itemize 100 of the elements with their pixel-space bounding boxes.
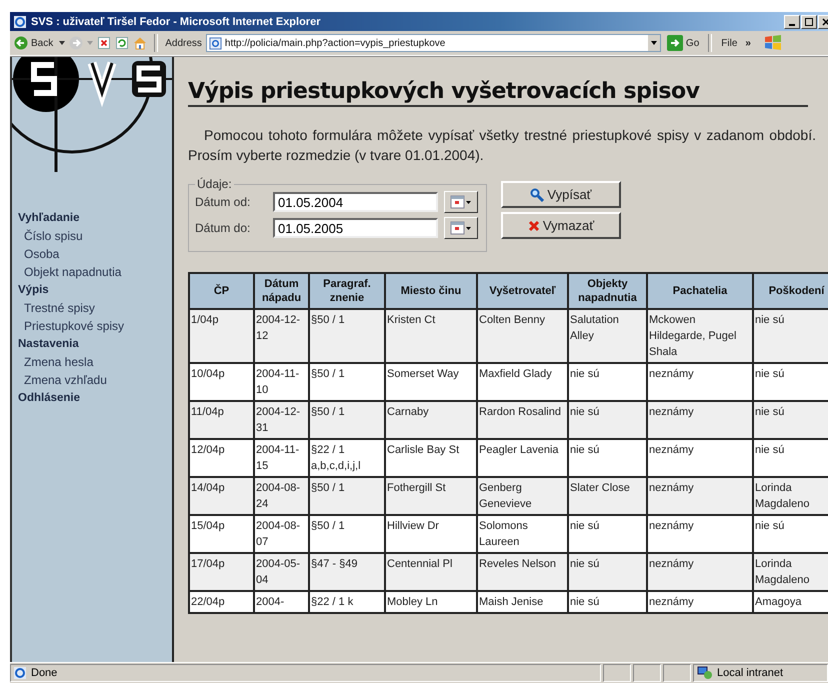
table-cell: neznámy (647, 591, 753, 613)
table-cell: §47 - §49 (309, 553, 385, 591)
table-cell: nie sú (568, 439, 647, 477)
table-cell: §50 / 1 (309, 309, 385, 363)
window-title: SVS : uživateľ Tiršel Fedor - Microsoft Internet Explorer (31, 16, 322, 28)
back-button[interactable]: Back (12, 36, 56, 50)
maximize-button[interactable] (801, 14, 817, 28)
file-menu[interactable]: File (719, 38, 740, 48)
clear-button[interactable]: Vymazať (501, 212, 621, 239)
more-button[interactable]: » (743, 38, 753, 48)
column-header: Pachatelia (647, 273, 753, 309)
calendar-button[interactable] (444, 191, 478, 213)
table-cell: 2004-12-31 (254, 401, 309, 439)
table-cell: Mckowen Hildegarde, Pugel Shala (647, 309, 753, 363)
menu-item[interactable]: Zmena hesla (18, 353, 172, 371)
table-cell: Salutation Alley (568, 309, 647, 363)
column-header: Dátum nápadu (254, 273, 309, 309)
menu-heading[interactable]: Výpis (18, 281, 172, 299)
table-cell: neznámy (647, 401, 753, 439)
menu-item[interactable]: Objekt napadnutia (18, 263, 172, 281)
menu-heading[interactable]: Vyhľadanie (18, 209, 172, 227)
table-cell: Lorinda Magdaleno (753, 553, 828, 591)
minimize-button[interactable] (784, 14, 800, 28)
column-header: Poškodení (753, 273, 828, 309)
calendar-icon (450, 194, 472, 210)
table-cell: Centennial Pl (385, 553, 477, 591)
table-cell: 2004-08-24 (254, 477, 309, 515)
menu-item[interactable]: Priestupkové spisy (18, 317, 172, 335)
menu-item[interactable]: Zmena vzhľadu (18, 371, 172, 389)
stop-icon[interactable] (97, 36, 112, 50)
calendar-button[interactable] (444, 217, 478, 239)
status-text: Done (10, 664, 601, 682)
refresh-icon[interactable] (115, 36, 130, 50)
back-arrow-icon (14, 36, 28, 50)
table-cell: Maish Jenise (477, 591, 568, 613)
close-icon (822, 18, 828, 26)
table-cell: Reveles Nelson (477, 553, 568, 591)
table-cell: Maxfield Glady (477, 363, 568, 401)
table-cell: neznámy (647, 553, 753, 591)
close-icon (528, 220, 540, 232)
table-cell: Slater Close (568, 477, 647, 515)
date-field[interactable]: 01.05.2004 (273, 192, 438, 212)
dropdown-arrow-icon[interactable] (59, 41, 66, 45)
column-header: Paragraf. znenie (309, 273, 385, 309)
table-cell: §50 / 1 (309, 477, 385, 515)
date-field[interactable]: 01.05.2005 (273, 218, 438, 238)
table-cell: Rardon Rosalind (477, 401, 568, 439)
table-cell: 2004-11-15 (254, 439, 309, 477)
go-button[interactable]: Go (664, 35, 702, 51)
table-cell: 2004-12-12 (254, 309, 309, 363)
security-zone: Local intranet (693, 664, 828, 682)
table-cell: 10/04p (189, 363, 254, 401)
minimize-icon (789, 24, 795, 26)
table-cell: 1/04p (189, 309, 254, 363)
table-cell: 14/04p (189, 477, 254, 515)
menu-item[interactable]: Trestné spisy (18, 299, 172, 317)
status-pane (663, 664, 691, 682)
table-cell: neznámy (647, 363, 753, 401)
table-cell: §22 / 1 a,b,c,d,i,j,l (309, 439, 385, 477)
intro-text: Pomocou tohoto formulára môžete vypísať všetky trestné priestupkové spisy v zadanom období. Prosím vyberte rozmedzie (v tvare 01.01.2004). (188, 126, 816, 165)
table-cell: Carnaby (385, 401, 477, 439)
table-cell: Solomons Laureen (477, 515, 568, 553)
table-cell: Hillview Dr (385, 515, 477, 553)
menu-heading[interactable]: Nastavenia (18, 335, 172, 353)
table-cell: Colten Benny (477, 309, 568, 363)
column-header: ČP (189, 273, 254, 309)
search-button[interactable]: Vypísať (501, 181, 621, 208)
address-field[interactable]: http://policia/main.php?action=vypis_priestupkove (206, 34, 661, 52)
table-cell: neznámy (647, 515, 753, 553)
menu-item[interactable]: Osoba (18, 245, 172, 263)
menu-heading[interactable]: Odhlásenie (18, 389, 172, 407)
table-cell: nie sú (753, 309, 828, 363)
table-cell: 2004-08-07 (254, 515, 309, 553)
table-cell: neznámy (647, 439, 753, 477)
page-icon (208, 36, 222, 50)
table-cell: §22 / 1 k (309, 591, 385, 613)
table-cell: 15/04p (189, 515, 254, 553)
browser-icon (13, 14, 27, 28)
table-cell: 2004-05-04 (254, 553, 309, 591)
calendar-icon (450, 220, 472, 236)
table-cell: §50 / 1 (309, 363, 385, 401)
table-cell: nie sú (568, 515, 647, 553)
table-cell: Lorinda Magdaleno (753, 477, 828, 515)
table-cell: 2004- (254, 591, 309, 613)
table-cell: Peagler Lavenia (477, 439, 568, 477)
table-cell: §50 / 1 (309, 401, 385, 439)
column-header: Vyšetrovateľ (477, 273, 568, 309)
table-cell: 11/04p (189, 401, 254, 439)
table-cell: nie sú (753, 401, 828, 439)
table-cell: nie sú (753, 439, 828, 477)
table-cell: 22/04p (189, 591, 254, 613)
home-icon[interactable] (133, 36, 148, 50)
page-title: Výpis priestupkových vyšetrovacích spisov (188, 79, 808, 107)
table-cell: nie sú (568, 591, 647, 613)
table-cell: Carlisle Bay St (385, 439, 477, 477)
table-cell: nie sú (753, 515, 828, 553)
menu-item[interactable]: Číslo spisu (18, 227, 172, 245)
windows-logo-icon (762, 33, 783, 53)
network-icon (697, 666, 713, 680)
column-header: Miesto činu (385, 273, 477, 309)
